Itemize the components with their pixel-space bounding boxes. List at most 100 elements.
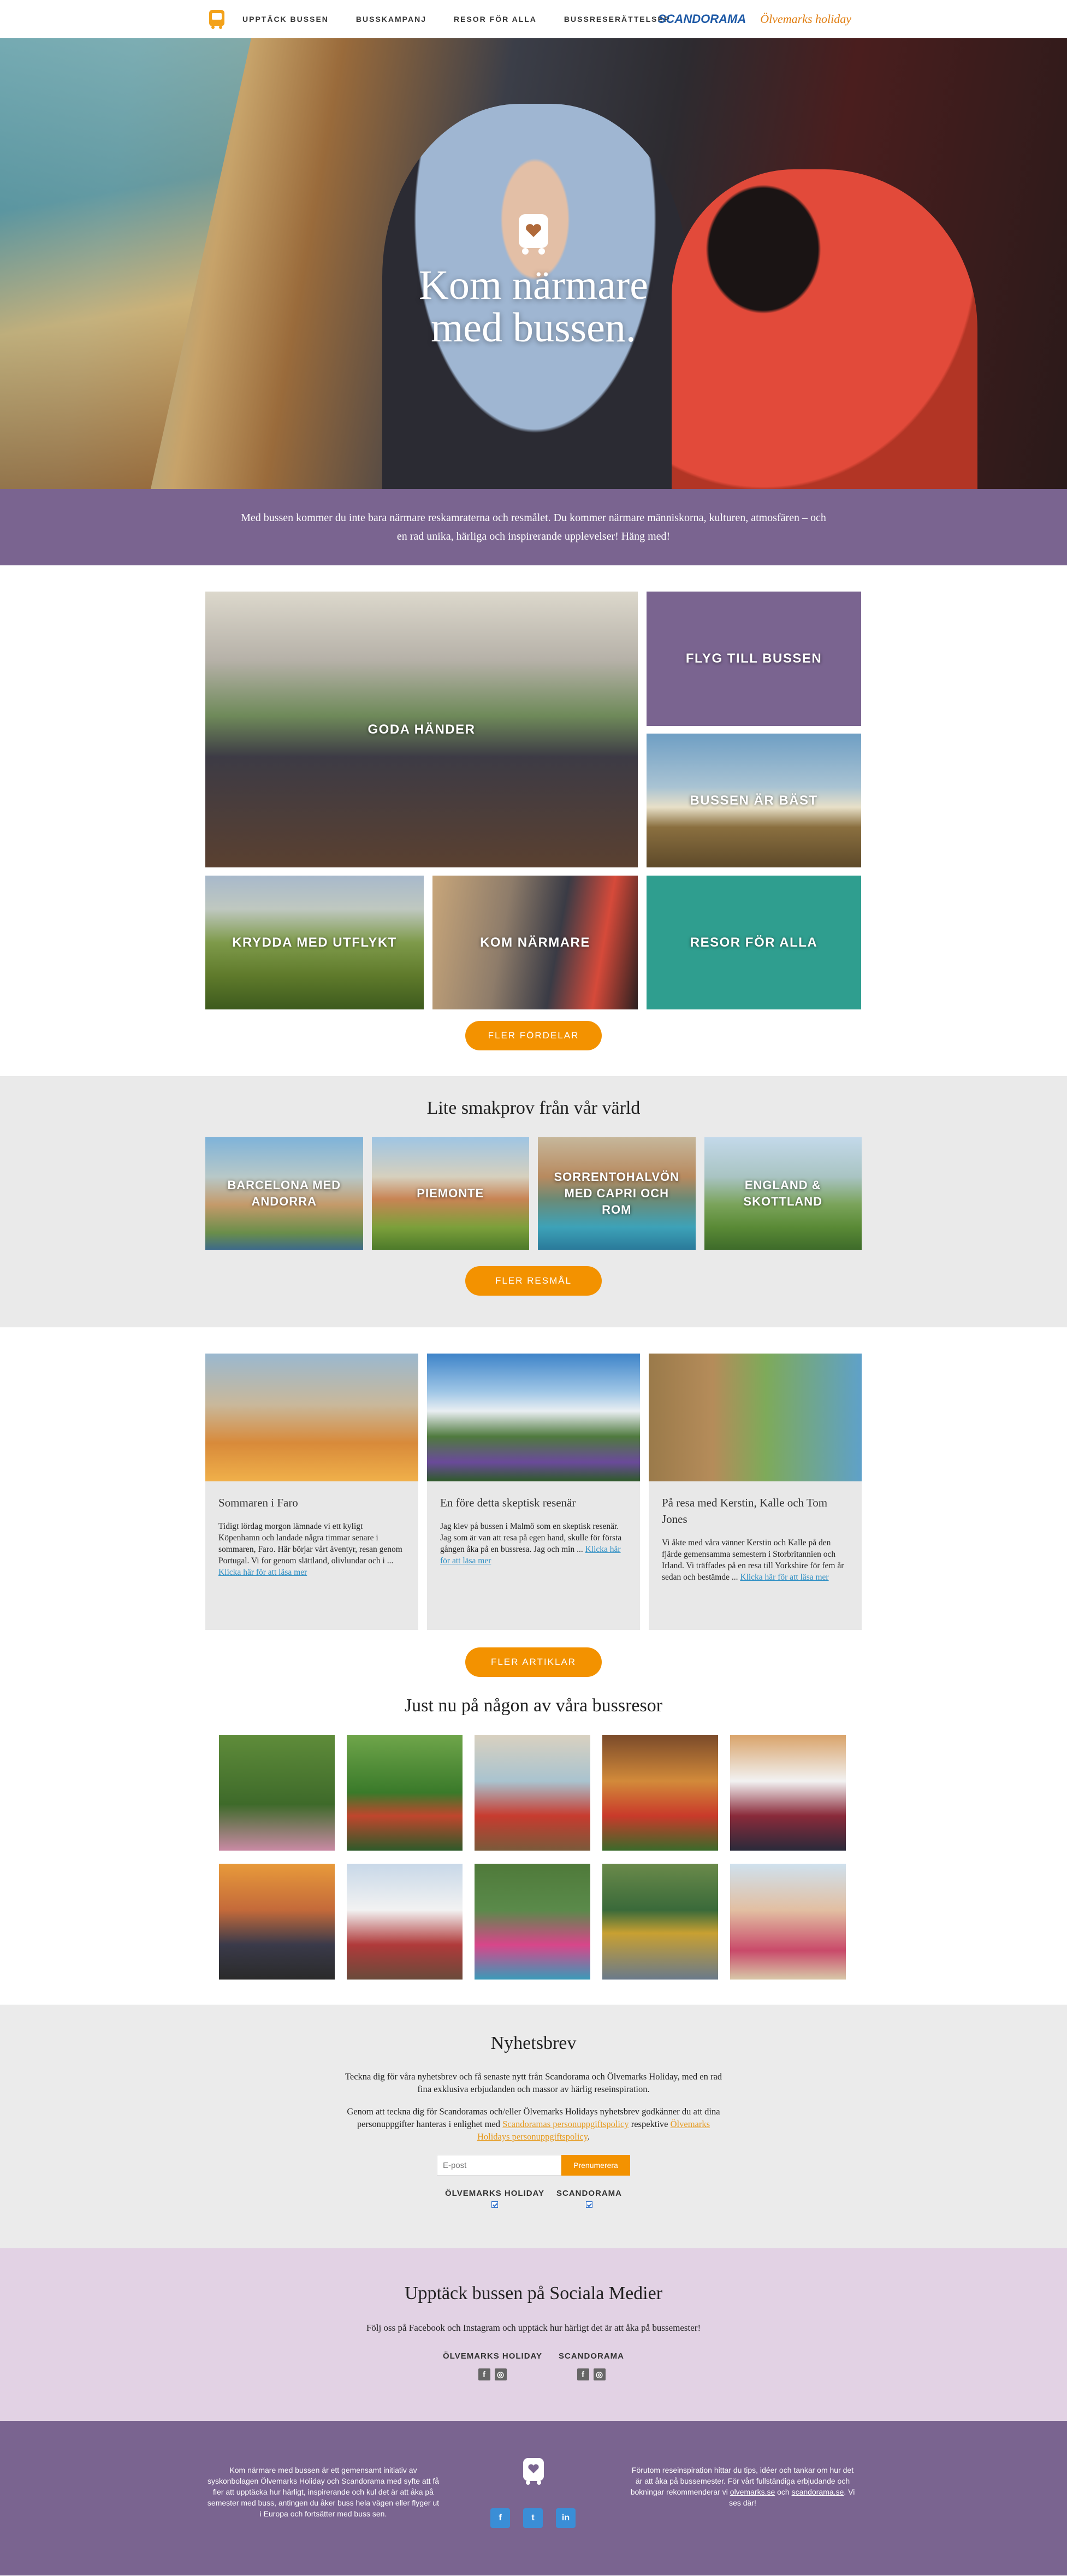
- article-title[interactable]: En före detta skeptisk resenär: [440, 1494, 627, 1511]
- tile-resor-for-alla[interactable]: RESOR FÖR ALLA: [647, 876, 861, 1009]
- scandorama-logo[interactable]: SCANDORAMA: [658, 12, 746, 26]
- olvemarks-checkbox[interactable]: [491, 2201, 498, 2208]
- destinations-section: Lite smakprov från vår värld BARCELONA M…: [0, 1076, 1067, 1327]
- article-image[interactable]: [649, 1354, 862, 1481]
- article-excerpt: Jag klev på bussen i Malmö som en skepti…: [440, 1521, 627, 1567]
- instagram-photo[interactable]: [730, 1735, 846, 1851]
- tile-kom-narmare[interactable]: KOM NÄRMARE: [432, 876, 638, 1009]
- footer-text: och: [775, 2488, 792, 2496]
- intro-band: Med bussen kommer du inte bara närmare r…: [0, 489, 1067, 565]
- articles-section: Sommaren i Faro Tidigt lördag morgon läm…: [0, 1327, 1067, 1677]
- article-image[interactable]: [427, 1354, 640, 1481]
- destination-card[interactable]: BARCELONA MED ANDORRA: [205, 1137, 363, 1250]
- twitter-icon[interactable]: t: [523, 2508, 543, 2528]
- more-benefits-button[interactable]: FLER FÖRDELAR: [465, 1021, 602, 1050]
- footer-logo: [520, 2457, 547, 2485]
- tile-label: GODA HÄNDER: [367, 722, 476, 737]
- read-more-link[interactable]: Klicka här för att läsa mer: [218, 1568, 307, 1577]
- destination-label: SORRENTOHALVÖN MED CAPRI OCH ROM: [554, 1170, 680, 1216]
- destination-card[interactable]: ENGLAND & SKOTTLAND: [704, 1137, 862, 1250]
- instagram-photo[interactable]: [219, 1864, 335, 1980]
- social-text: Följ oss på Facebook och Instagram och u…: [366, 2323, 701, 2333]
- tile-label: KOM NÄRMARE: [480, 935, 590, 950]
- instagram-photo[interactable]: [602, 1735, 718, 1851]
- instagram-icon[interactable]: ◎: [494, 2368, 507, 2380]
- hero-title-line-2: med bussen.: [431, 305, 636, 351]
- destination-list: BARCELONA MED ANDORRA PIEMONTE SORRENTOH…: [205, 1137, 862, 1250]
- destination-card[interactable]: SORRENTOHALVÖN MED CAPRI OCH ROM: [538, 1137, 696, 1250]
- more-articles-button[interactable]: FLER ARTIKLAR: [465, 1647, 602, 1677]
- newsletter-consent: Genom att teckna dig för Scandoramas och…: [342, 2105, 725, 2143]
- social-brand-label: SCANDORAMA: [559, 2352, 624, 2361]
- social-scandorama: SCANDORAMA f ◎: [559, 2352, 624, 2380]
- tile-krydda-med-utflykt[interactable]: KRYDDA MED UTFLYKT: [205, 876, 424, 1009]
- bus-logo-icon[interactable]: [208, 9, 226, 29]
- scandorama-policy-link[interactable]: Scandoramas personuppgiftspolicy: [502, 2119, 629, 2129]
- nav-links: UPPTÄCK BUSSEN BUSSKAMPANJ RESOR FÖR ALL…: [242, 15, 671, 23]
- tile-bussen-ar-bast[interactable]: BUSSEN ÄR BÄST: [647, 734, 861, 867]
- article-excerpt: Vi åkte med våra vänner Kerstin och Kall…: [662, 1537, 849, 1583]
- article-card: En före detta skeptisk resenär Jag klev …: [427, 1354, 640, 1630]
- article-image[interactable]: [205, 1354, 418, 1481]
- scandorama-site-link[interactable]: scandorama.se: [792, 2488, 844, 2496]
- olvemarks-site-link[interactable]: olvemarks.se: [730, 2488, 775, 2496]
- newsletter-brand-options: ÖLVEMARKS HOLIDAY SCANDORAMA: [0, 2189, 1067, 2208]
- hero-title: Kom närmare med bussen.: [0, 264, 1067, 349]
- social-section: Upptäck bussen på Sociala Medier Följ os…: [0, 2248, 1067, 2421]
- instagram-photo[interactable]: [475, 1735, 590, 1851]
- read-more-link[interactable]: Klicka här för att läsa mer: [740, 1573, 828, 1582]
- benefit-tiles: GODA HÄNDER FLYG TILL BUSSEN BUSSEN ÄR B…: [0, 565, 1067, 1076]
- footer-about-text: Kom närmare med bussen är ett gemensamt …: [207, 2466, 440, 2518]
- social-brand-label: ÖLVEMARKS HOLIDAY: [442, 2352, 542, 2361]
- footer: Kom närmare med bussen är ett gemensamt …: [0, 2421, 1067, 2575]
- bus-heart-icon: [523, 2458, 544, 2485]
- destination-label: PIEMONTE: [417, 1186, 484, 1200]
- photo-grid: [219, 1735, 848, 1980]
- instagram-photo[interactable]: [602, 1864, 718, 1980]
- newsletter-section: Nyhetsbrev Teckna dig för våra nyhetsbre…: [0, 2005, 1067, 2248]
- nav-link-busskampanj[interactable]: BUSSKAMPANJ: [356, 15, 426, 23]
- olvemarks-logo[interactable]: Ölvemarks holiday: [760, 12, 851, 26]
- instagram-icon[interactable]: ◎: [594, 2368, 606, 2380]
- article-excerpt: Tidigt lördag morgon lämnade vi ett kyli…: [218, 1521, 405, 1578]
- facebook-icon[interactable]: f: [478, 2368, 490, 2380]
- destinations-title: Lite smakprov från vår värld: [426, 1098, 641, 1118]
- subscribe-button[interactable]: Prenumerera: [561, 2155, 630, 2176]
- article-title[interactable]: På resa med Kerstin, Kalle och Tom Jones: [662, 1494, 849, 1527]
- facebook-icon[interactable]: f: [577, 2368, 589, 2380]
- instagram-photo[interactable]: [475, 1864, 590, 1980]
- consent-text: respektive: [629, 2119, 671, 2129]
- hero-banner: Kom närmare med bussen.: [0, 38, 1067, 489]
- instagram-photo[interactable]: [219, 1735, 335, 1851]
- linkedin-icon[interactable]: in: [556, 2508, 576, 2528]
- more-destinations-button[interactable]: FLER RESMÅL: [465, 1266, 602, 1296]
- instagram-photo[interactable]: [730, 1864, 846, 1980]
- tile-label: FLYG TILL BUSSEN: [685, 651, 822, 666]
- scandorama-checkbox[interactable]: [586, 2201, 592, 2208]
- tile-goda-hander[interactable]: GODA HÄNDER: [205, 592, 638, 867]
- article-title[interactable]: Sommaren i Faro: [218, 1494, 405, 1511]
- nav-link-resor-for-alla[interactable]: RESOR FÖR ALLA: [454, 15, 537, 23]
- newsletter-intro: Teckna dig för våra nyhetsbrev och få se…: [345, 2071, 722, 2094]
- social-title: Upptäck bussen på Sociala Medier: [404, 2283, 663, 2303]
- destination-label: ENGLAND & SKOTTLAND: [743, 1178, 823, 1208]
- top-nav: UPPTÄCK BUSSEN BUSSKAMPANJ RESOR FÖR ALL…: [0, 0, 1067, 38]
- destination-card[interactable]: PIEMONTE: [371, 1137, 529, 1250]
- tile-flyg-till-bussen[interactable]: FLYG TILL BUSSEN: [647, 592, 861, 726]
- live-photos-title: Just nu på någon av våra bussresor: [404, 1695, 663, 1716]
- hero-title-line-1: Kom närmare: [419, 262, 648, 308]
- article-card: På resa med Kerstin, Kalle och Tom Jones…: [649, 1354, 862, 1630]
- instagram-photo[interactable]: [347, 1735, 463, 1851]
- nav-link-upptack-bussen[interactable]: UPPTÄCK BUSSEN: [242, 15, 329, 23]
- tile-label: KRYDDA MED UTFLYKT: [232, 935, 397, 950]
- newsletter-title: Nyhetsbrev: [490, 2033, 577, 2053]
- bus-heart-icon: [519, 214, 548, 255]
- email-input[interactable]: [437, 2155, 561, 2176]
- tile-label: BUSSEN ÄR BÄST: [690, 793, 818, 808]
- destination-label: BARCELONA MED ANDORRA: [227, 1178, 341, 1208]
- nav-link-bussreseberattelser[interactable]: BUSSRESERÄTTELSER: [564, 15, 671, 23]
- option-label: SCANDORAMA: [556, 2189, 622, 2198]
- instagram-photo[interactable]: [347, 1864, 463, 1980]
- facebook-icon[interactable]: f: [490, 2508, 510, 2528]
- footer-social-links: f t in: [490, 2508, 576, 2528]
